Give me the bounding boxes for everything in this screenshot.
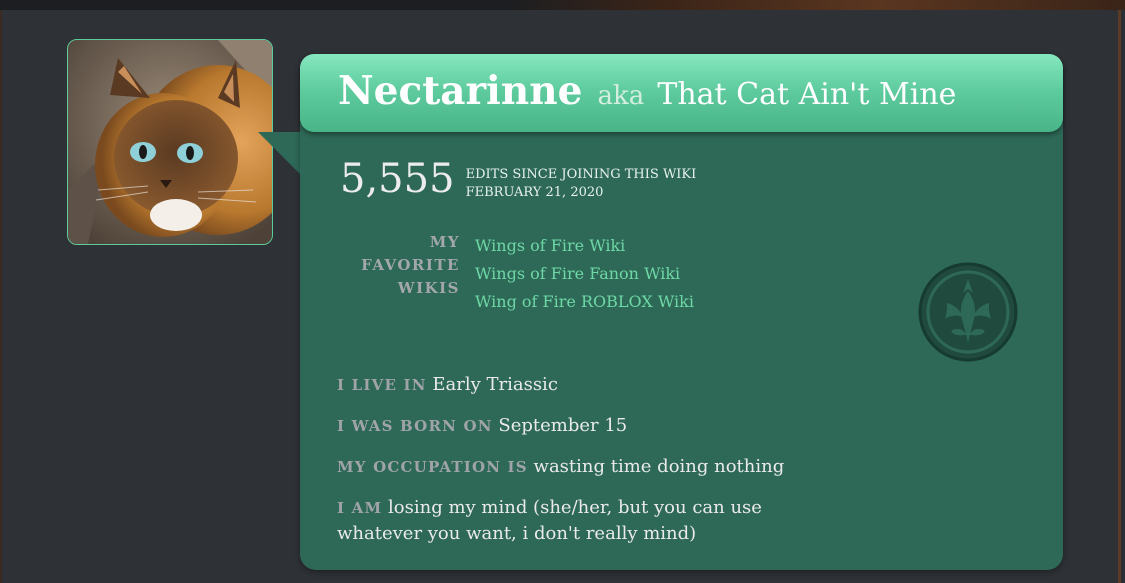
cat-avatar-image bbox=[68, 40, 272, 244]
occupation-row: MY OCCUPATION IS wasting time doing noth… bbox=[337, 454, 797, 480]
i-am-row: I AM losing my mind (she/her, but you ca… bbox=[337, 495, 797, 546]
name-line: Nectarinne aka That Cat Ain't Mine bbox=[338, 68, 956, 114]
username: Nectarinne bbox=[338, 68, 583, 114]
join-date: FEBRUARY 21, 2020 bbox=[465, 185, 604, 200]
edits-section: 5,555 EDITS SINCE JOINING THIS WIKI FEBR… bbox=[340, 157, 696, 202]
fav-label-line1: MY bbox=[429, 233, 460, 251]
edits-since-label: EDITS SINCE JOINING THIS WIKI bbox=[465, 167, 697, 182]
wood-border bbox=[505, 0, 1125, 10]
i-am-value: losing my mind (she/her, but you can use… bbox=[337, 497, 762, 544]
speech-pointer bbox=[258, 132, 304, 178]
top-strip bbox=[0, 0, 1125, 10]
edits-description: EDITS SINCE JOINING THIS WIKI FEBRUARY 2… bbox=[466, 166, 697, 202]
occupation-value: wasting time doing nothing bbox=[533, 456, 785, 477]
location-label: I LIVE IN bbox=[337, 376, 427, 394]
favorite-wikis-list: Wings of Fire Wiki Wings of Fire Fanon W… bbox=[475, 232, 694, 316]
profile-card: Nectarinne aka That Cat Ain't Mine 5,555… bbox=[300, 54, 1063, 570]
fav-label-line2: FAVORITE bbox=[361, 256, 460, 274]
favorite-wiki-link[interactable]: Wings of Fire Fanon Wiki bbox=[475, 260, 694, 288]
profile-header: Nectarinne aka That Cat Ain't Mine bbox=[300, 54, 1063, 132]
birthday-label: I WAS BORN ON bbox=[337, 417, 493, 435]
fav-label-line3: WIKIS bbox=[397, 279, 460, 297]
birthday-value: September 15 bbox=[498, 415, 628, 436]
favorite-wiki-link[interactable]: Wings of Fire Wiki bbox=[475, 232, 694, 260]
favorite-wiki-link[interactable]: Wing of Fire ROBLOX Wiki bbox=[475, 288, 694, 316]
occupation-label: MY OCCUPATION IS bbox=[337, 458, 528, 476]
location-value: Early Triassic bbox=[432, 374, 558, 395]
i-am-label: I AM bbox=[337, 499, 383, 517]
aka-label: aka bbox=[597, 81, 645, 111]
profile-details: I LIVE IN Early Triassic I WAS BORN ON S… bbox=[337, 372, 797, 561]
favorite-wikis-label: MY FAVORITE WIKIS bbox=[340, 231, 460, 300]
alias-name: That Cat Ain't Mine bbox=[657, 77, 957, 112]
birthday-row: I WAS BORN ON September 15 bbox=[337, 413, 797, 439]
dragon-emblem-icon bbox=[918, 262, 1018, 362]
edit-count[interactable]: 5,555 bbox=[340, 157, 455, 201]
user-avatar[interactable] bbox=[67, 39, 273, 245]
location-row: I LIVE IN Early Triassic bbox=[337, 372, 797, 398]
